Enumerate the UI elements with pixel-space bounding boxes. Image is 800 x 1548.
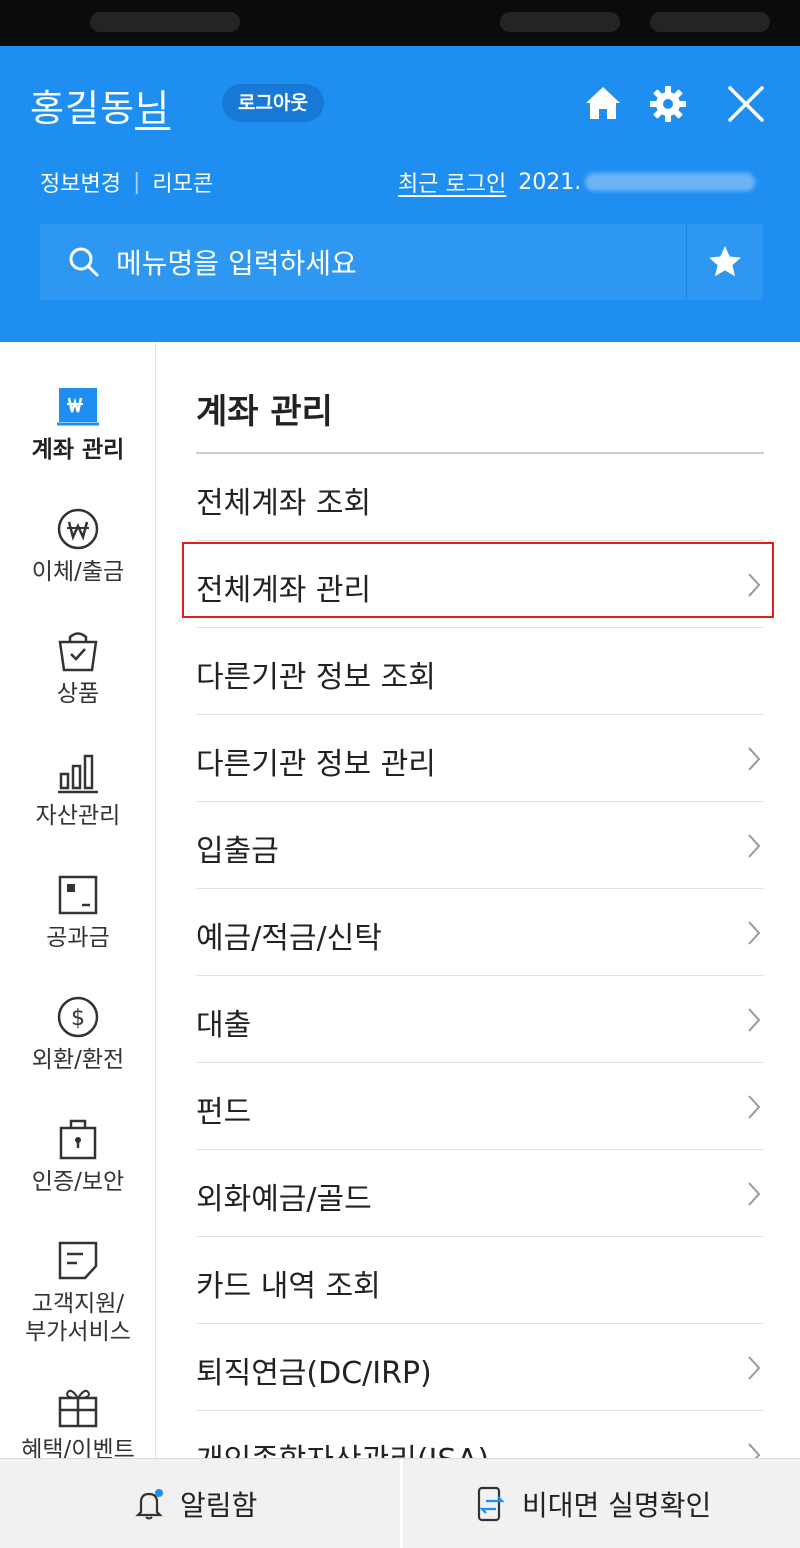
app-header: 홍길동님 로그아웃 정보변경 | 리모콘 최근 로그인 2021. 메뉴명을 입…: [0, 46, 800, 342]
sidebar-item-label: 자산관리: [35, 803, 121, 829]
search-input[interactable]: 메뉴명을 입력하세요: [116, 242, 357, 282]
favorite-button[interactable]: [686, 224, 763, 300]
sidebar-item-label: 인증/보안: [31, 1169, 125, 1195]
menu-item-label: 펀드: [196, 1095, 252, 1130]
bar-chart-icon: [58, 754, 98, 794]
profile-edit-link[interactable]: 정보변경: [40, 166, 121, 198]
menu-item-loan[interactable]: 대출: [196, 976, 764, 1063]
link-separator: |: [132, 169, 141, 195]
chevron-right-icon: [748, 747, 761, 771]
chevron-right-icon: [748, 1443, 761, 1458]
menu-item-label: 입출금: [196, 834, 279, 869]
remote-link[interactable]: 리모콘: [152, 166, 213, 198]
menu-item-other-inst-manage[interactable]: 다른기관 정보 관리: [196, 715, 764, 802]
sidebar-item-label: 이체/출금: [31, 559, 125, 585]
chat-icon: [58, 1241, 98, 1280]
identity-verify-label: 비대면 실명확인: [522, 1489, 712, 1522]
phone-transfer-icon: [477, 1486, 505, 1522]
menu-content: 계좌 관리 전체계좌 조회 전체계좌 관리 다른기관 정보 조회 다른기관 정보…: [156, 342, 800, 1458]
sidebar-item-label: 혜택/이벤트: [21, 1437, 135, 1458]
search-icon: [69, 247, 99, 277]
sidebar-item-transfer[interactable]: 이체/출금: [0, 506, 155, 586]
chevron-right-icon: [748, 834, 761, 858]
gift-icon: [58, 1389, 98, 1428]
bottom-divider: [400, 1459, 403, 1548]
bell-icon: [135, 1489, 163, 1520]
menu-item-label: 퇴직연금(DC/IRP): [196, 1356, 432, 1391]
menu-item-label: 예금/적금/신탁: [196, 921, 382, 956]
sidebar-item-security[interactable]: 인증/보안: [0, 1116, 155, 1196]
dollar-circle-icon: $: [57, 996, 99, 1038]
sidebar-item-label: 공과금: [46, 925, 110, 951]
notifications-label: 알림함: [180, 1489, 258, 1522]
won-screen-icon: [57, 388, 99, 426]
menu-item-pension[interactable]: 퇴직연금(DC/IRP): [196, 1324, 764, 1411]
menu-search-box[interactable]: 메뉴명을 입력하세요: [40, 224, 686, 300]
recent-login-link[interactable]: 최근 로그인: [398, 166, 506, 198]
section-title: 계좌 관리: [196, 392, 333, 432]
sidebar-item-label: 상품: [56, 681, 100, 707]
recent-login-value: 2021.: [518, 169, 582, 195]
star-icon: [709, 246, 741, 277]
status-info-blurred: [650, 12, 770, 32]
sidebar-item-support[interactable]: 고객지원/ 부가서비스: [0, 1238, 155, 1346]
sidebar-item-label: 외환/환전: [31, 1047, 125, 1073]
chevron-right-icon: [748, 1008, 761, 1032]
menu-item-label: 다른기관 정보 관리: [196, 747, 436, 782]
identity-verify-button[interactable]: 비대면 실명확인: [474, 1459, 711, 1548]
menu-item-all-accounts-view[interactable]: 전체계좌 조회: [196, 454, 764, 541]
user-name-text: 홍길동: [30, 87, 136, 130]
menu-item-other-inst-view[interactable]: 다른기관 정보 조회: [196, 628, 764, 715]
shopping-bag-icon: [58, 632, 98, 672]
user-name-suffix: 님: [135, 87, 171, 130]
notifications-button[interactable]: 알림함: [132, 1459, 257, 1548]
won-circle-icon: [57, 508, 99, 550]
category-sidebar: 계좌 관리 이체/출금 상품 자산관리 공과금 $ 외환/환전 인증/보안 고객…: [0, 342, 156, 1458]
chevron-right-icon: [748, 921, 761, 945]
close-icon[interactable]: [726, 84, 766, 124]
chevron-right-icon: [748, 1095, 761, 1119]
sidebar-item-assets[interactable]: 자산관리: [0, 750, 155, 830]
sidebar-item-account[interactable]: 계좌 관리: [0, 384, 155, 464]
sidebar-item-products[interactable]: 상품: [0, 628, 155, 708]
lock-icon: [59, 1119, 97, 1160]
recent-login: 최근 로그인 2021.: [398, 166, 756, 198]
menu-item-label: 다른기관 정보 조회: [196, 660, 436, 695]
status-bar: [0, 0, 800, 46]
menu-item-label: 카드 내역 조회: [196, 1269, 381, 1304]
bottom-bar: 알림함 비대면 실명확인: [0, 1458, 800, 1548]
menu-item-isa[interactable]: 개인종합자산관리(ISA): [196, 1411, 764, 1458]
sidebar-item-label: 고객지원/ 부가서비스: [25, 1291, 131, 1345]
sidebar-item-bills[interactable]: 공과금: [0, 872, 155, 952]
chevron-right-icon: [748, 1356, 761, 1380]
user-name: 홍길동님: [30, 78, 170, 132]
gear-icon[interactable]: [648, 84, 688, 124]
chevron-right-icon: [748, 1182, 761, 1206]
menu-item-deposit-withdraw[interactable]: 입출금: [196, 802, 764, 889]
home-icon[interactable]: [584, 84, 622, 122]
sidebar-item-label: 계좌 관리: [31, 437, 125, 463]
status-info-blurred: [90, 12, 240, 32]
svg-text:$: $: [71, 1006, 85, 1031]
menu-item-label: 외화예금/골드: [196, 1182, 372, 1217]
menu-item-fund[interactable]: 펀드: [196, 1063, 764, 1150]
menu-item-savings-trust[interactable]: 예금/적금/신탁: [196, 889, 764, 976]
bill-icon: [58, 875, 98, 915]
sidebar-item-events[interactable]: 혜택/이벤트: [0, 1384, 155, 1458]
sidebar-item-fx[interactable]: $ 외환/환전: [0, 994, 155, 1074]
status-info-blurred: [500, 12, 620, 32]
logout-button[interactable]: 로그아웃: [222, 84, 324, 122]
recent-login-blurred: [585, 173, 756, 191]
menu-item-label: 개인종합자산관리(ISA): [196, 1435, 489, 1458]
highlight-box: [182, 542, 774, 618]
menu-item-card-history[interactable]: 카드 내역 조회: [196, 1237, 764, 1324]
menu-item-label: 대출: [196, 1008, 252, 1043]
menu-item-fx-deposit-gold[interactable]: 외화예금/골드: [196, 1150, 764, 1237]
menu-item-label: 전체계좌 조회: [196, 486, 372, 521]
header-sub-links: 정보변경 | 리모콘: [40, 166, 213, 198]
